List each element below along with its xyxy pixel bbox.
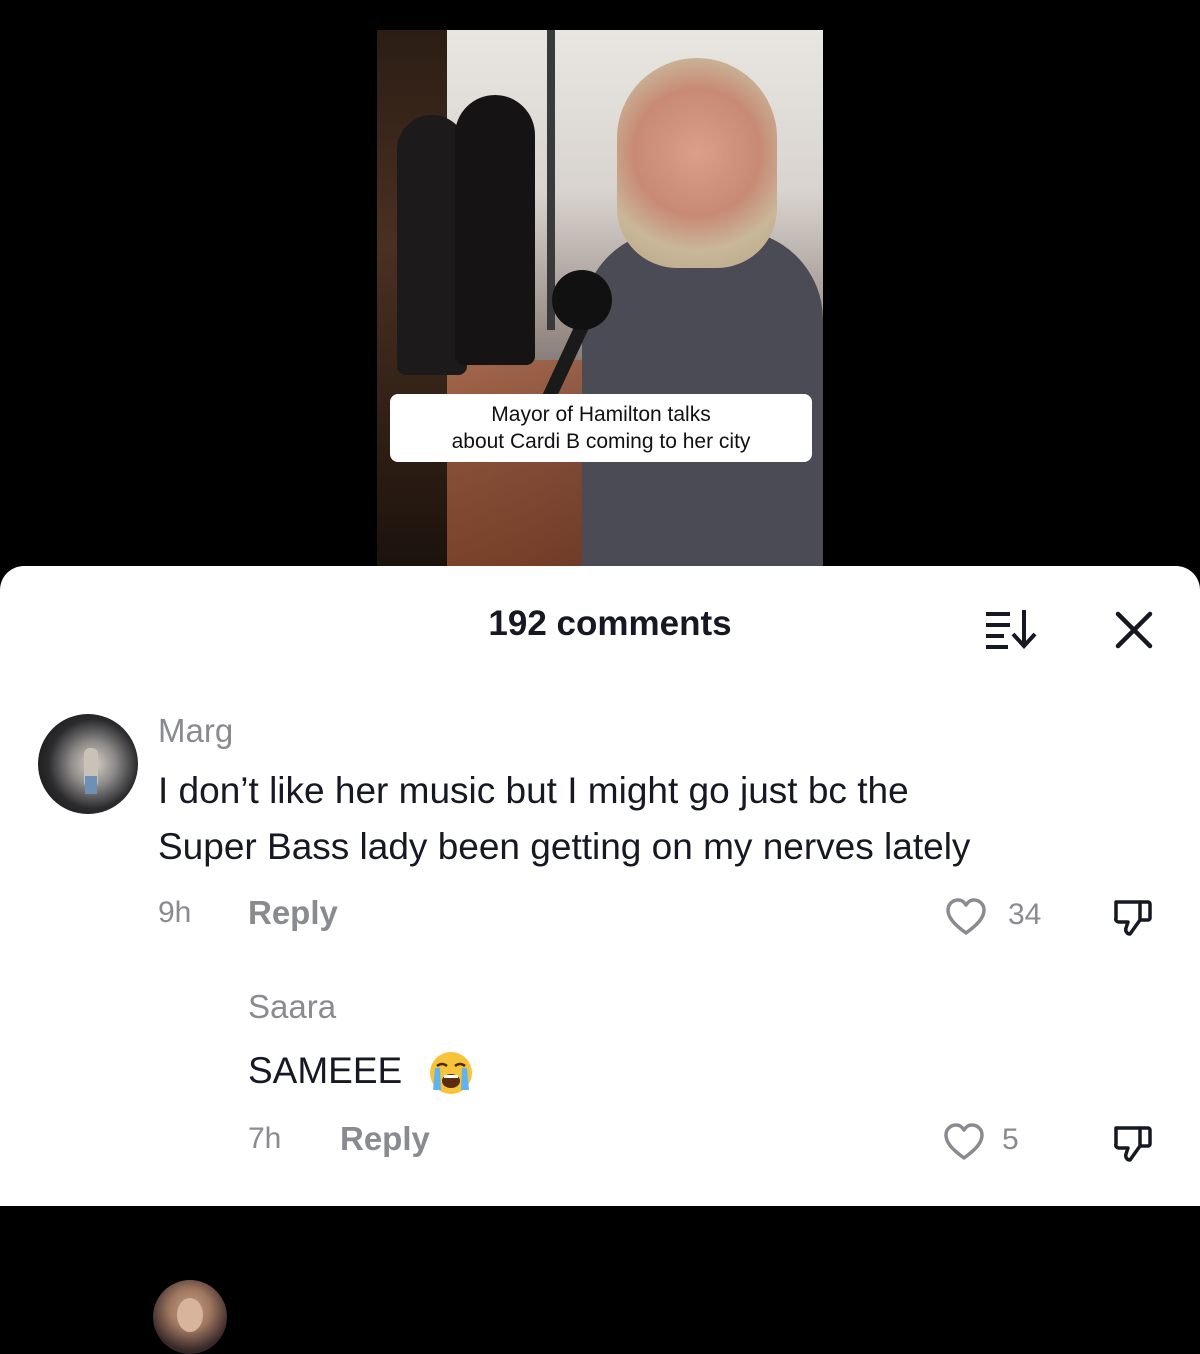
comment-text: SAMEEE bbox=[248, 1050, 403, 1091]
video-caption-line: Mayor of Hamilton talks bbox=[491, 403, 711, 426]
video-mayor bbox=[617, 58, 777, 268]
video-player[interactable] bbox=[377, 30, 823, 570]
video-caption: Mayor of Hamilton talks about Cardi B co… bbox=[390, 394, 812, 462]
loudly-crying-face-icon bbox=[430, 1052, 472, 1094]
video-microphone bbox=[552, 270, 612, 330]
close-icon[interactable] bbox=[1110, 606, 1158, 654]
avatar-figure bbox=[85, 776, 97, 794]
like-count: 34 bbox=[1008, 898, 1042, 931]
comment-text: I don’t like her music but I might go ju… bbox=[158, 770, 909, 811]
comment-time: 7h bbox=[248, 1122, 282, 1155]
video-background-rig bbox=[547, 30, 555, 330]
reply-button[interactable]: Reply bbox=[340, 1120, 430, 1158]
reply-button[interactable]: Reply bbox=[248, 894, 338, 932]
comment-username[interactable]: Saara bbox=[248, 988, 336, 1026]
heart-icon[interactable] bbox=[945, 897, 987, 937]
avatar[interactable] bbox=[153, 1280, 227, 1354]
comment-text: Super Bass lady been getting on my nerve… bbox=[158, 826, 971, 867]
heart-icon[interactable] bbox=[943, 1122, 985, 1162]
video-caption-line: about Cardi B coming to her city bbox=[451, 430, 751, 453]
sort-descending-icon[interactable] bbox=[984, 606, 1044, 650]
comment-username[interactable]: Marg bbox=[158, 712, 233, 750]
dislike-icon[interactable] bbox=[1112, 896, 1154, 938]
video-person bbox=[455, 95, 535, 365]
like-count: 5 bbox=[1002, 1123, 1019, 1156]
comment-time: 9h bbox=[158, 896, 192, 929]
avatar[interactable] bbox=[38, 714, 138, 814]
comments-sheet: 192 comments Marg I don’t like her music… bbox=[0, 566, 1200, 1354]
avatar-face bbox=[177, 1298, 203, 1332]
dislike-icon[interactable] bbox=[1112, 1122, 1154, 1164]
